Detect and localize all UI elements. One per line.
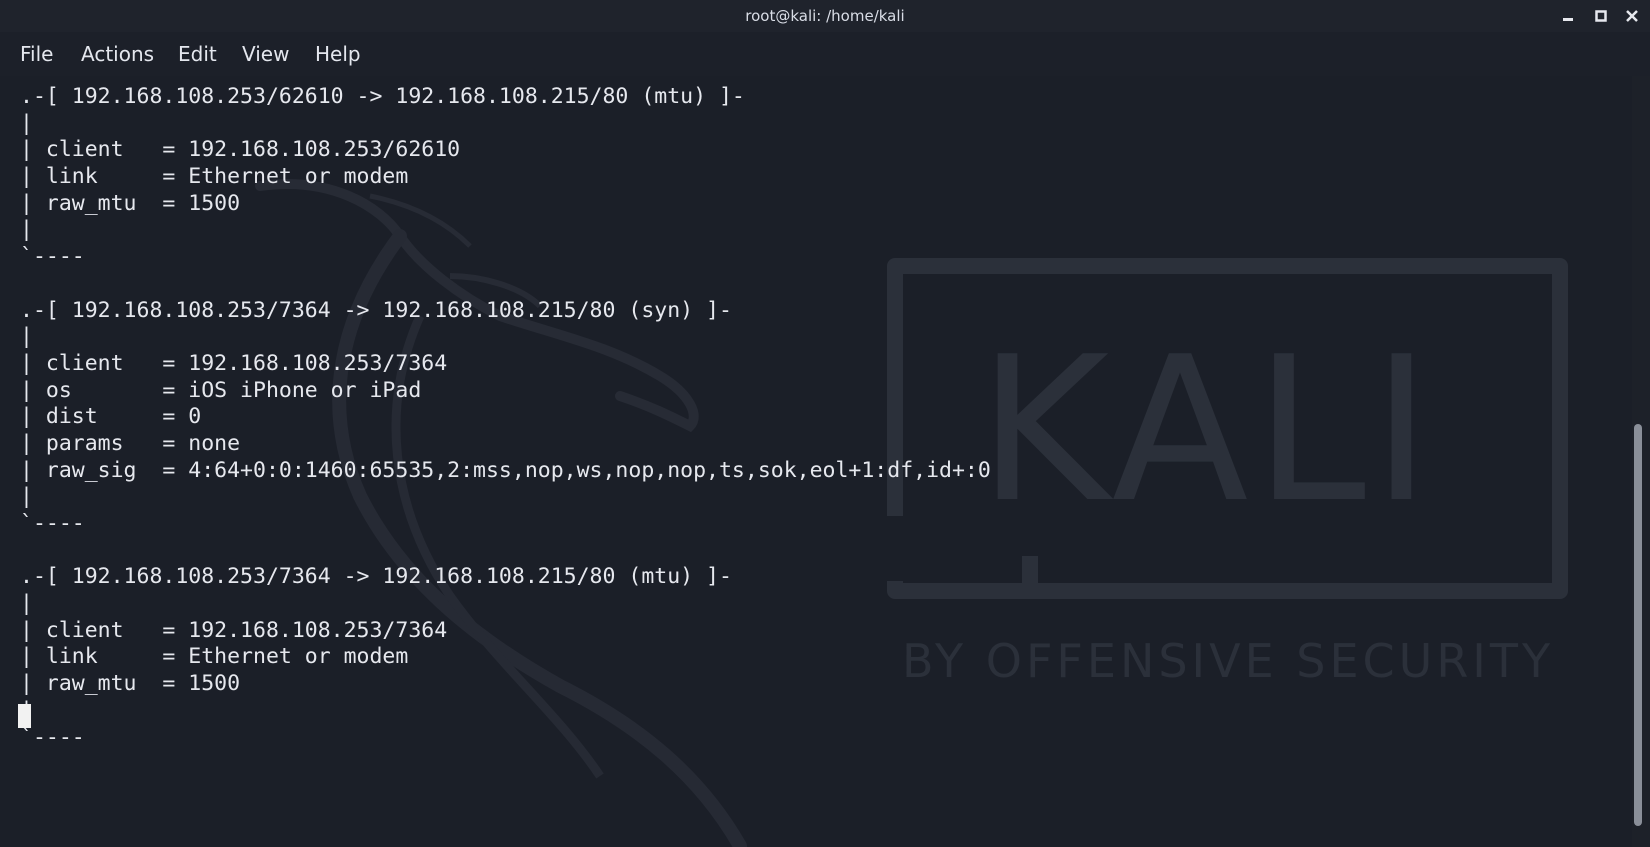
terminal-line: .-[ 192.168.108.253/7364 -> 192.168.108.… [20, 297, 732, 323]
terminal-line: | [20, 217, 33, 243]
terminal-line: | client = 192.168.108.253/7364 [20, 617, 448, 643]
terminal-line: | client = 192.168.108.253/7364 [20, 350, 448, 376]
terminal-line: | raw_sig = 4:64+0:0:1460:65535,2:mss,no… [20, 457, 991, 483]
menu-file[interactable]: File [20, 42, 53, 66]
terminal-line: | link = Ethernet or modem [20, 164, 409, 190]
terminal-line: .-[ 192.168.108.253/62610 -> 192.168.108… [20, 84, 745, 109]
terminal-line: | raw_mtu = 1500 [20, 671, 241, 697]
terminal-line: | [20, 110, 33, 136]
menu-edit[interactable]: Edit [178, 42, 217, 66]
terminal-line: `---- [20, 724, 85, 750]
menu-help[interactable]: Help [315, 42, 361, 66]
menu-view[interactable]: View [242, 42, 289, 66]
maximize-button[interactable] [1589, 4, 1613, 28]
window-title: root@kali: /home/kali [745, 7, 905, 25]
terminal-line: .-[ 192.168.108.253/7364 -> 192.168.108.… [20, 564, 732, 590]
terminal-area[interactable]: KALI BY OFFENSIVE SECURITY .-[ 192.168.1… [0, 76, 1632, 847]
close-icon [1626, 10, 1638, 22]
kali-watermark-text: KALI [978, 314, 1437, 547]
terminal-output: .-[ 192.168.108.253/62610 -> 192.168.108… [20, 84, 991, 751]
terminal-line: | [20, 484, 33, 510]
minimize-button[interactable] [1556, 4, 1580, 28]
maximize-icon [1595, 10, 1607, 22]
terminal-line: | client = 192.168.108.253/62610 [20, 137, 461, 163]
terminal-line: | raw_mtu = 1500 [20, 190, 241, 216]
terminal-line: | dist = 0 [20, 404, 202, 430]
terminal-line: | [20, 324, 33, 350]
menu-bar: File Actions Edit View Help [0, 32, 1650, 76]
terminal-line: `---- [20, 244, 85, 270]
terminal-line: | [20, 591, 33, 617]
terminal-line: | os = iOS iPhone or iPad [20, 377, 422, 403]
terminal-line: | [20, 698, 991, 725]
terminal-line: | params = none [20, 430, 241, 456]
terminal-line: | link = Ethernet or modem [20, 644, 409, 670]
minimize-icon [1563, 18, 1573, 21]
menu-actions[interactable]: Actions [81, 42, 154, 66]
kali-watermark-tagline: BY OFFENSIVE SECURITY [902, 634, 1555, 688]
terminal-line: `---- [20, 511, 85, 536]
close-button[interactable] [1620, 4, 1644, 28]
title-bar: root@kali: /home/kali [0, 0, 1650, 32]
terminal-cursor [18, 704, 31, 728]
scrollbar-thumb[interactable] [1634, 424, 1642, 826]
